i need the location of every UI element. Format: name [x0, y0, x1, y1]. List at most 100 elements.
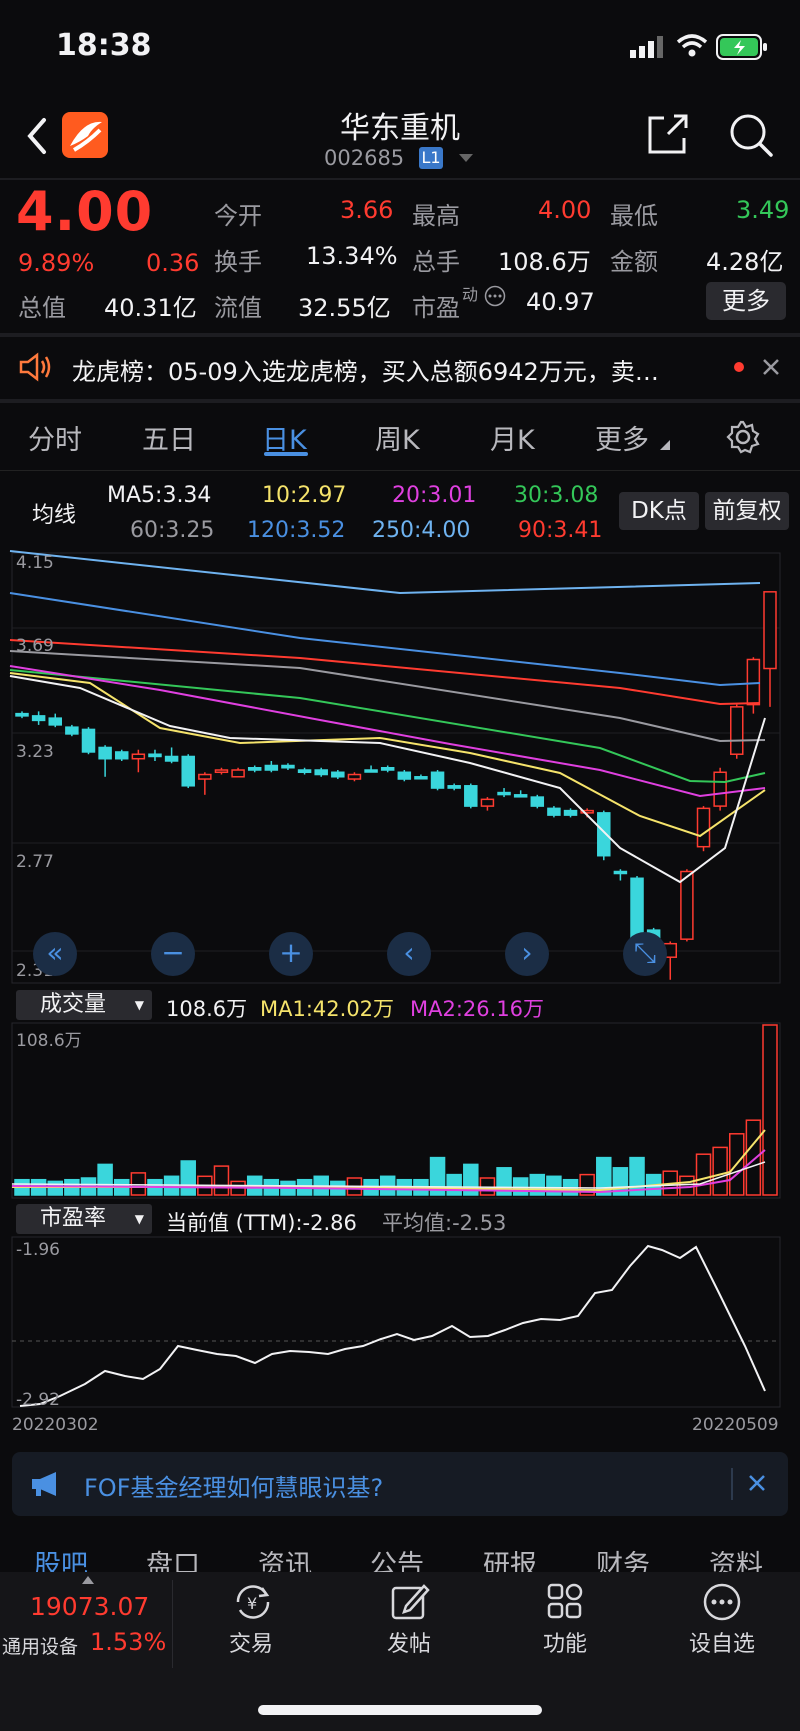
index-name[interactable]: 通用设备 [2, 1632, 78, 1659]
share-icon[interactable] [646, 112, 690, 156]
ma-line [9, 675, 766, 884]
pe-value: 40.97 [526, 288, 595, 316]
open-value: 3.66 [340, 196, 394, 224]
date-start: 20220302 [12, 1415, 99, 1435]
volume-bar [695, 1153, 712, 1196]
battery-icon [716, 34, 767, 60]
tab-weekly-k[interactable]: 周K [375, 418, 420, 457]
fullscreen-icon[interactable]: ⤡ [623, 932, 667, 976]
candle-body [31, 715, 46, 722]
tab-more[interactable]: 更多 [595, 418, 649, 457]
ma-line [9, 650, 766, 743]
notice-text[interactable]: 龙虎榜：05-09入选龙虎榜，买入总额6942万元，卖… [72, 352, 659, 387]
close-icon[interactable] [748, 1474, 766, 1492]
volume-selector[interactable]: 成交量 ▼ [16, 990, 152, 1020]
expand-up-icon[interactable] [82, 1576, 94, 1584]
tab-monthly-k[interactable]: 月K [490, 418, 535, 457]
tab-five-day[interactable]: 五日 [142, 418, 196, 457]
yuan-exchange-icon[interactable]: ¥ [230, 1582, 276, 1622]
ma-line [9, 665, 766, 798]
pe-current: 当前值 (TTM):-2.86 [166, 1211, 357, 1235]
tab-intraday[interactable]: 分时 [28, 418, 82, 457]
candle-body [563, 809, 578, 816]
axis-label: 2.77 [16, 852, 54, 872]
ad-text[interactable]: FOF基金经理如何慧眼识基? [84, 1468, 383, 1503]
kline-chart[interactable] [0, 548, 800, 988]
ma-line [9, 639, 761, 706]
wifi-icon [676, 34, 708, 57]
volume-bar [762, 1024, 778, 1196]
last-price: 4.00 [16, 180, 154, 243]
turnover-label: 换手 [214, 248, 262, 276]
candle-body [48, 717, 62, 726]
ma-item: 120:3.52 [247, 518, 346, 543]
chevron-down-icon[interactable] [459, 154, 473, 163]
dk-point-button[interactable]: DK点 [619, 492, 699, 530]
post-label[interactable]: 发帖 [354, 1626, 464, 1658]
candle-body [497, 791, 511, 796]
candle-body [281, 764, 295, 769]
zoom-in-icon[interactable]: + [269, 932, 313, 976]
trade-label[interactable]: 交易 [196, 1626, 306, 1658]
pe-line [19, 1244, 766, 1407]
edit-post-icon[interactable] [390, 1582, 430, 1622]
search-icon[interactable] [728, 112, 774, 158]
scroll-start-icon[interactable]: « [33, 932, 77, 976]
tab-more-arrow-icon [660, 440, 670, 450]
candle-body [247, 767, 262, 771]
axis-label: -1.96 [16, 1240, 60, 1260]
level-badge[interactable]: L1 [419, 147, 443, 169]
low-value: 3.49 [736, 196, 790, 224]
candle-body [98, 746, 112, 760]
more-button[interactable]: 更多 [706, 282, 786, 320]
axis-label: 3.23 [16, 742, 54, 762]
watchlist-label[interactable]: 设自选 [667, 1626, 777, 1658]
volume-bar [712, 1146, 728, 1196]
volume-chart[interactable] [0, 1022, 800, 1200]
candle-body [713, 771, 727, 807]
pe-selector[interactable]: 市盈率 ▼ [16, 1204, 152, 1234]
change-amount: 0.36 [146, 249, 200, 277]
candle-body [297, 769, 312, 774]
volume-selector-label: 成交量 [40, 992, 107, 1017]
candle-body [15, 712, 29, 717]
pe-average: 平均值:-2.53 [382, 1211, 507, 1235]
turnover-value: 13.34% [306, 242, 398, 270]
candle-body [430, 771, 445, 789]
chevron-down-icon: ▼ [134, 998, 144, 1012]
candle-body [164, 755, 179, 762]
divider [172, 1580, 173, 1668]
candle-body [364, 769, 378, 773]
index-value[interactable]: 19073.07 [30, 1592, 149, 1621]
functions-label[interactable]: 功能 [510, 1626, 620, 1658]
chevron-down-icon: ▼ [134, 1212, 144, 1226]
more-dots-icon[interactable] [484, 285, 506, 307]
volume-ma1: MA1:42.02万 [260, 997, 395, 1021]
candle-body [198, 773, 212, 780]
volume-value: 108.6万 [498, 248, 591, 276]
candle-body [680, 870, 694, 940]
change-pct: 9.89% [18, 249, 95, 277]
prev-icon[interactable]: ‹ [387, 932, 431, 976]
low-label: 最低 [610, 202, 658, 230]
axis-label: -2.92 [16, 1390, 60, 1410]
pe-chart[interactable] [0, 1236, 800, 1410]
amount-label: 金额 [610, 248, 658, 276]
settings-gear-icon[interactable] [726, 420, 760, 454]
ma-line [9, 550, 761, 595]
close-icon[interactable] [762, 358, 780, 376]
candle-body [314, 769, 328, 776]
zoom-out-icon[interactable]: − [151, 932, 195, 976]
adjust-button[interactable]: 前复权 [705, 492, 789, 530]
index-pct[interactable]: 1.53% [90, 1628, 166, 1656]
candle-body [214, 769, 229, 774]
functions-grid-icon[interactable] [546, 1582, 584, 1620]
watchlist-dots-icon[interactable] [702, 1582, 742, 1622]
candle-body [347, 773, 362, 780]
next-icon[interactable]: › [505, 932, 549, 976]
candle-body [414, 776, 428, 780]
candle-body [746, 658, 761, 706]
candle-body [231, 769, 245, 778]
volume-ma2: MA2:26.16万 [410, 997, 545, 1021]
volume-bar [446, 1173, 462, 1196]
